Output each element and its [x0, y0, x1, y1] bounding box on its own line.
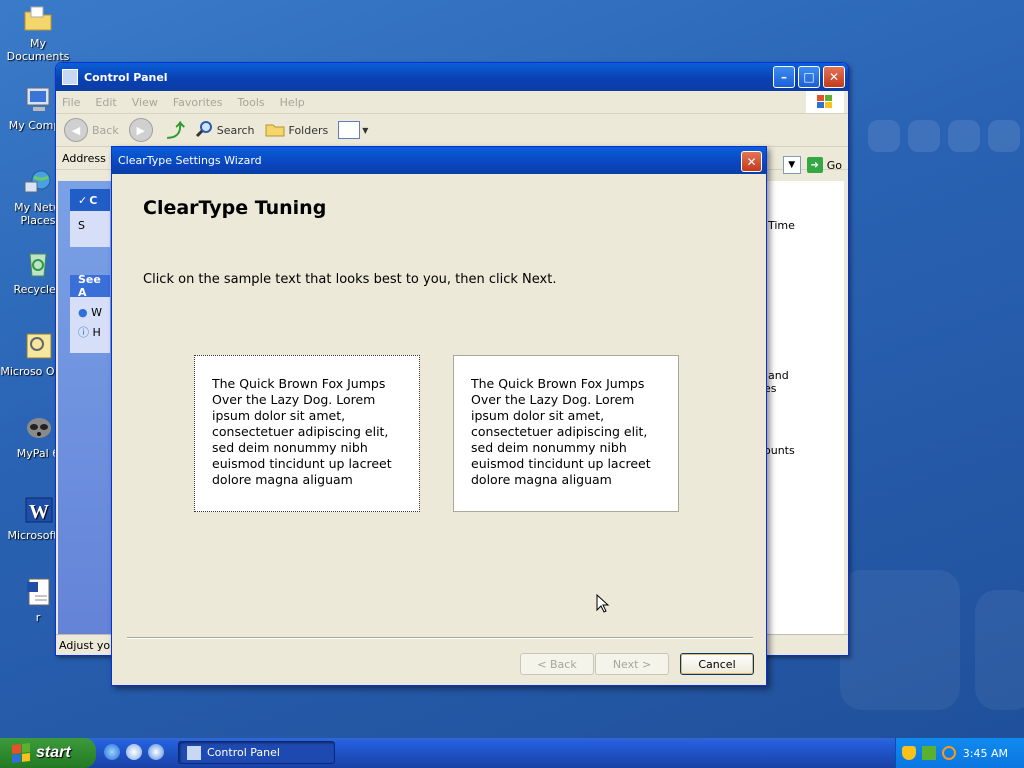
back-arrow-icon: ◀	[64, 118, 88, 142]
internet-explorer-icon[interactable]	[104, 744, 120, 760]
search-icon	[195, 120, 213, 141]
control-panel-icon	[187, 745, 201, 760]
help-icon: ⓘ	[78, 326, 89, 339]
window-titlebar[interactable]: Control Panel – □ ✕	[56, 63, 848, 91]
back-button[interactable]: < Back	[520, 653, 594, 675]
dialog-title: ClearType Settings Wizard	[118, 154, 262, 167]
svg-text:W: W	[29, 501, 49, 523]
see-also-box: See A ● W ⓘ H	[70, 273, 110, 353]
menu-tools[interactable]: Tools	[238, 96, 265, 109]
cancel-button[interactable]: Cancel	[680, 653, 754, 675]
word-icon: W	[22, 494, 54, 526]
control-panel-header[interactable]: ✓ C	[70, 189, 110, 211]
windows-update-icon: ●	[78, 306, 88, 319]
search-button[interactable]: Search	[195, 120, 255, 141]
dialog-close-button[interactable]: ✕	[741, 151, 762, 172]
address-dropdown-button[interactable]: ▼	[782, 156, 801, 174]
category-label-fragment[interactable]: Time	[768, 219, 795, 232]
desktop-decoration	[908, 120, 940, 152]
up-folder-button[interactable]: ⤴	[167, 117, 185, 143]
wizard-heading: ClearType Tuning	[143, 197, 327, 219]
forward-button[interactable]: ▶	[128, 118, 157, 142]
sample-text-option-1[interactable]: The Quick Brown Fox Jumps Over the Lazy …	[194, 355, 420, 512]
menu-bar: File Edit View Favorites Tools Help	[56, 91, 848, 114]
control-panel-box: ✓ C S	[70, 189, 110, 247]
desktop-decoration	[948, 120, 980, 152]
dialog-titlebar[interactable]: ClearType Settings Wizard ✕	[112, 147, 766, 174]
taskbar: start Control Panel 3:45 AM	[0, 738, 1024, 768]
security-shield-icon[interactable]	[902, 746, 916, 760]
system-tray: 3:45 AM	[895, 738, 1024, 768]
quick-launch	[104, 744, 164, 760]
back-button[interactable]: ◀ Back	[64, 118, 119, 142]
network-status-icon[interactable]	[922, 746, 936, 760]
folders-button[interactable]: Folders	[265, 121, 328, 140]
see-also-header[interactable]: See A	[70, 273, 110, 299]
desktop-decoration	[975, 590, 1024, 710]
recycle-bin-icon	[22, 248, 54, 280]
sample-text-option-2[interactable]: The Quick Brown Fox Jumps Over the Lazy …	[453, 355, 679, 512]
desktop-decoration	[868, 120, 900, 152]
close-button[interactable]: ✕	[823, 66, 845, 88]
menu-help[interactable]: Help	[280, 96, 305, 109]
folder-icon	[265, 121, 285, 140]
category-label-fragment[interactable]: ounts	[764, 444, 795, 457]
desktop-decoration	[840, 570, 960, 710]
network-icon	[22, 166, 54, 198]
clock[interactable]: 3:45 AM	[963, 747, 1008, 760]
raccoon-icon	[22, 412, 54, 444]
dialog-separator	[127, 637, 753, 639]
outlook-icon	[22, 330, 54, 362]
menu-favorites[interactable]: Favorites	[173, 96, 223, 109]
forward-arrow-icon: ▶	[128, 118, 153, 142]
document-icon	[22, 576, 54, 608]
category-view: Time and es ounts	[756, 181, 844, 637]
windows-flag-icon	[12, 743, 30, 763]
go-button[interactable]: ➜ Go	[806, 157, 842, 173]
address-label: Address	[62, 151, 106, 165]
wizard-instruction: Click on the sample text that looks best…	[143, 272, 557, 287]
category-label-fragment[interactable]: and	[768, 369, 789, 382]
media-player-icon[interactable]	[148, 744, 164, 760]
desktop-icon-my-documents[interactable]: My Documents	[0, 2, 76, 63]
folder-icon	[22, 2, 54, 34]
control-panel-icon	[62, 69, 78, 85]
next-button[interactable]: Next >	[595, 653, 669, 675]
taskbar-button-control-panel[interactable]: Control Panel	[178, 741, 335, 764]
views-button[interactable]: ▼	[338, 121, 368, 139]
maximize-button[interactable]: □	[798, 66, 820, 88]
outlook-express-icon[interactable]	[126, 744, 142, 760]
address-controls: ▼ ➜ Go	[782, 156, 842, 174]
windows-logo-icon	[806, 91, 844, 113]
cleartype-wizard-dialog: ClearType Settings Wizard ✕ ClearType Tu…	[111, 146, 767, 686]
help-support-link[interactable]: ⓘ H	[78, 323, 102, 343]
views-icon	[338, 121, 361, 139]
toolbar: ◀ Back ▶ ⤴ Search Folders ▼	[56, 114, 848, 147]
tasks-pane: ✓ C S See A ● W ⓘ H	[58, 181, 114, 637]
window-title: Control Panel	[84, 70, 168, 84]
status-text: Adjust you	[59, 638, 118, 652]
desktop-decoration	[988, 120, 1020, 152]
menu-view[interactable]: View	[132, 96, 158, 109]
computer-icon	[22, 84, 54, 116]
start-button[interactable]: start	[0, 738, 96, 768]
go-arrow-icon: ➜	[806, 157, 823, 173]
menu-file[interactable]: File	[62, 96, 80, 109]
windows-update-link[interactable]: ● W	[78, 303, 102, 323]
chevron-down-icon: ▼	[362, 125, 369, 135]
checkmark-icon: ✓	[78, 193, 88, 207]
mouse-cursor-icon	[596, 593, 610, 617]
menu-edit[interactable]: Edit	[95, 96, 116, 109]
minimize-button[interactable]: –	[773, 66, 795, 88]
up-arrow-icon: ⤴	[166, 121, 185, 142]
search-icon[interactable]	[942, 746, 956, 760]
switch-view-link[interactable]: S	[70, 211, 110, 240]
